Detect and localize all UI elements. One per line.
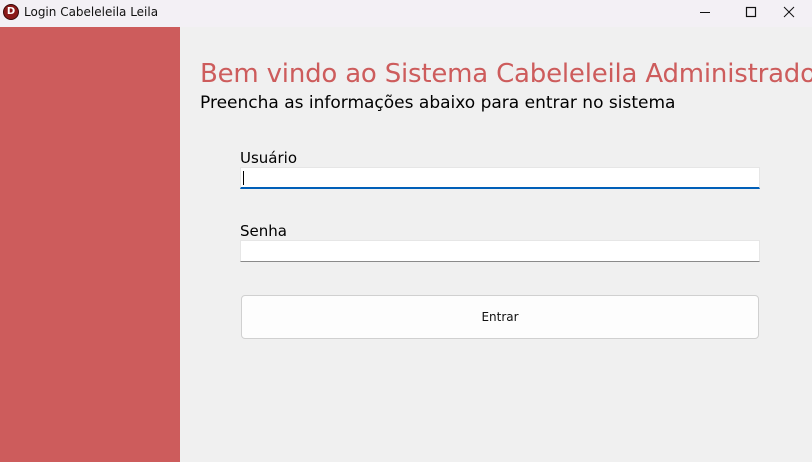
- username-label: Usuário: [240, 149, 298, 167]
- window-title: Login Cabeleleila Leila: [24, 5, 159, 19]
- title-bar[interactable]: D Login Cabeleleila Leila: [0, 0, 812, 27]
- login-panel: Bem vindo ao Sistema Cabeleleila Adminis…: [180, 27, 812, 462]
- password-input[interactable]: [240, 240, 760, 262]
- accent-sidebar: [0, 27, 180, 462]
- password-label: Senha: [240, 222, 287, 240]
- app-logo-icon: D: [3, 4, 19, 20]
- app-logo-letter: D: [6, 6, 16, 17]
- maximize-icon: [745, 6, 757, 18]
- login-window: D Login Cabeleleila Leila Bem vindo ao S…: [0, 0, 812, 462]
- page-subtitle: Preencha as informações abaixo para entr…: [200, 93, 676, 113]
- close-button[interactable]: [766, 0, 812, 24]
- minimize-icon: [700, 12, 710, 13]
- username-input[interactable]: [240, 167, 760, 189]
- page-title: Bem vindo ao Sistema Cabeleleila Adminis…: [200, 59, 812, 89]
- minimize-button[interactable]: [682, 0, 728, 24]
- text-caret: [243, 171, 244, 185]
- close-icon: [783, 6, 795, 18]
- login-button[interactable]: Entrar: [241, 295, 759, 339]
